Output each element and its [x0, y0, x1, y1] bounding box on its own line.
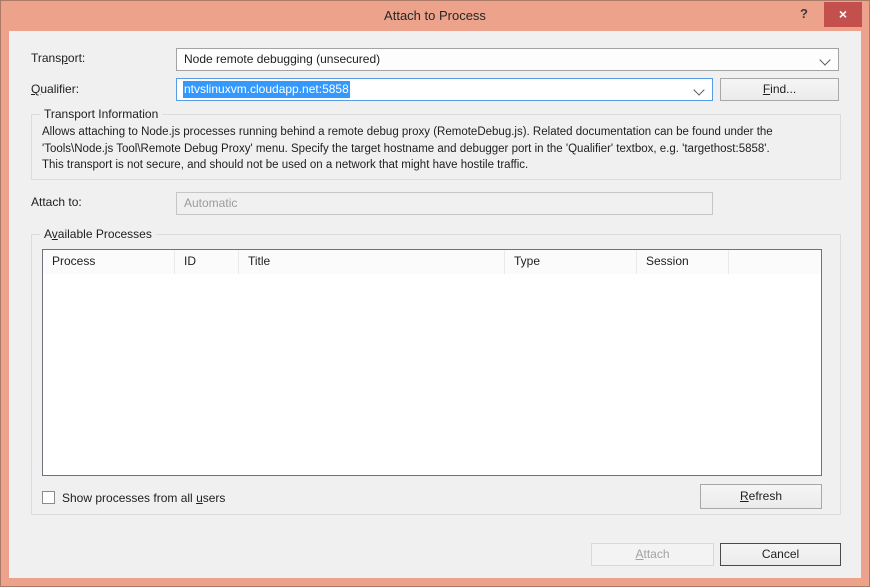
show-all-users-checkbox[interactable] [42, 491, 55, 504]
info-line: This transport is not secure, and should… [42, 159, 529, 171]
transport-information-group: Transport Information Allows attaching t… [31, 107, 841, 180]
dialog-title: Attach to Process [384, 8, 486, 23]
qualifier-label: Qualifier: [31, 82, 80, 96]
refresh-button[interactable]: Refresh [700, 484, 822, 509]
process-list[interactable]: Process ID Title Type Session [42, 249, 822, 476]
column-header-type[interactable]: Type [505, 250, 637, 274]
transport-information-text: Allows attaching to Node.js processes ru… [32, 115, 840, 174]
qualifier-value-selected: ntvslinuxvm.cloudapp.net:5858 [183, 81, 350, 98]
transport-label: Transport: [31, 51, 86, 65]
info-line: 'Tools\Node.js Tool\Remote Debug Proxy' … [42, 142, 770, 155]
available-processes-group: Available Processes Process ID Title Typ… [31, 227, 841, 515]
info-line: Allows attaching to Node.js processes ru… [42, 126, 773, 138]
column-header-process[interactable]: Process [43, 250, 175, 274]
process-list-body[interactable] [43, 274, 821, 475]
show-all-users-label: Show processes from all users [62, 491, 226, 505]
transport-combobox[interactable]: Node remote debugging (unsecured) [176, 48, 839, 71]
process-list-header: Process ID Title Type Session [43, 250, 821, 275]
titlebar[interactable]: Attach to Process ? × [1, 1, 869, 31]
attach-to-label: Attach to: [31, 195, 82, 209]
transport-information-title: Transport Information [40, 107, 163, 122]
column-header-id[interactable]: ID [175, 250, 239, 274]
attach-to-value: Automatic [184, 196, 238, 210]
attach-button[interactable]: Attach [591, 543, 714, 566]
chevron-down-icon[interactable] [693, 84, 705, 96]
qualifier-combobox[interactable]: ntvslinuxvm.cloudapp.net:5858 [176, 78, 713, 101]
available-processes-title: Available Processes [40, 227, 156, 242]
close-icon[interactable]: × [824, 2, 862, 27]
column-header-title[interactable]: Title [239, 250, 505, 274]
transport-value: Node remote debugging (unsecured) [184, 52, 381, 66]
cancel-button[interactable]: Cancel [720, 543, 841, 566]
attach-to-process-dialog: Attach to Process ? × Transport: Node re… [0, 0, 870, 587]
help-icon[interactable]: ? [794, 6, 814, 26]
attach-to-field: Automatic [176, 192, 713, 215]
find-button[interactable]: Find... [720, 78, 839, 101]
dialog-body: Transport: Node remote debugging (unsecu… [9, 31, 861, 578]
column-header-session[interactable]: Session [637, 250, 729, 274]
column-header-blank[interactable] [729, 250, 821, 274]
